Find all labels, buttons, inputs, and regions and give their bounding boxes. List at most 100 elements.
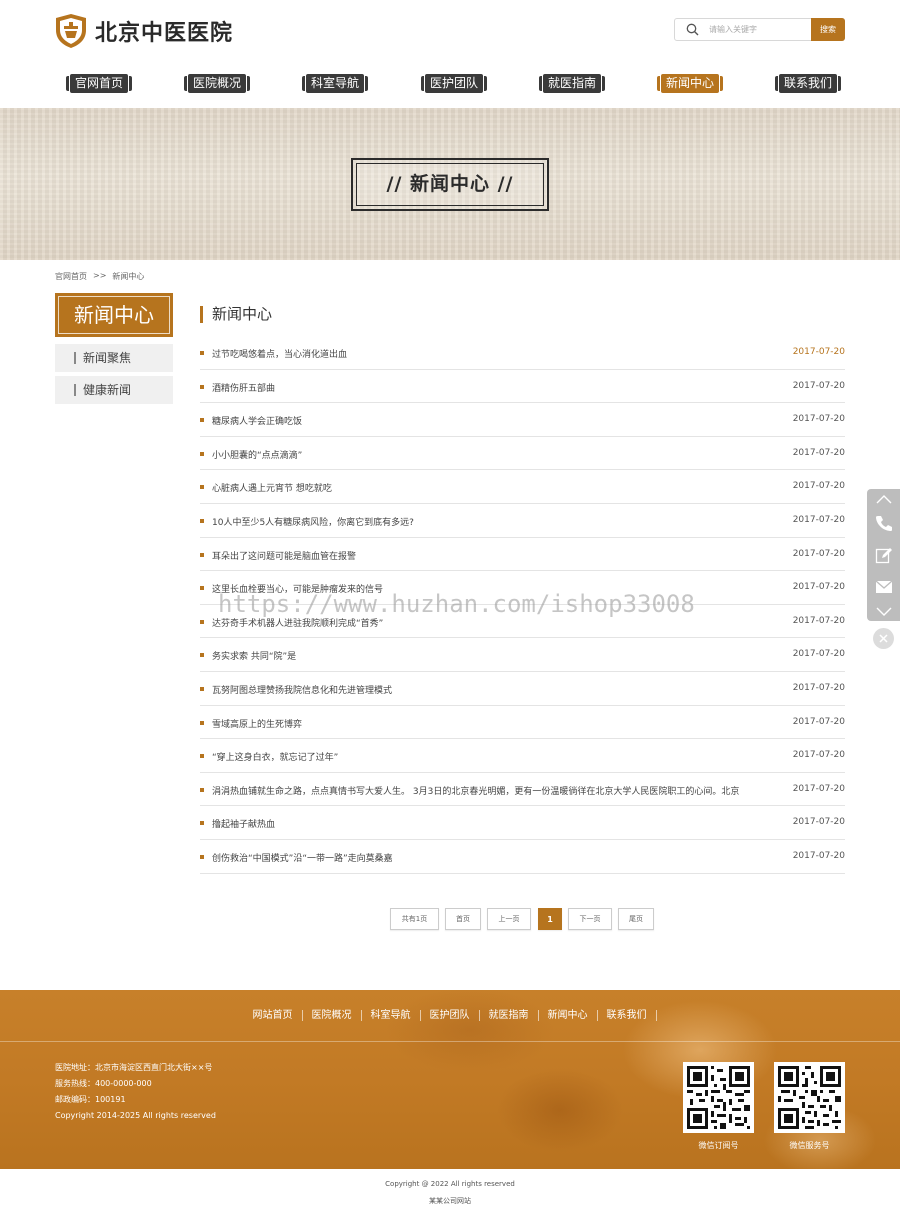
news-title[interactable]: 过节吃喝悠着点，当心消化道出血 — [212, 347, 347, 360]
qr-code-icon — [778, 1066, 841, 1129]
bullet-icon — [200, 787, 204, 792]
bullet-icon — [200, 653, 204, 658]
sidebar-header: 新闻中心 — [55, 293, 173, 337]
list-item[interactable]: 酒精伤肝五部曲 2017-07-20 — [200, 370, 845, 404]
footer-nav-home[interactable]: 网站首页 — [244, 1010, 303, 1021]
news-title[interactable]: “穿上这身白衣，就忘记了过年” — [212, 750, 338, 763]
pager-prev-button[interactable]: 上一页 — [487, 908, 531, 930]
pager-first-button[interactable]: 首页 — [445, 908, 481, 930]
nav-item-home[interactable]: 官网首页 — [65, 74, 133, 93]
pager-current-page[interactable]: 1 — [538, 908, 562, 930]
qr-caption-subscription: 微信订阅号 — [698, 1141, 739, 1150]
news-date: 2017-07-20 — [792, 615, 845, 626]
news-title[interactable]: 酒精伤肝五部曲 — [212, 381, 275, 394]
list-item[interactable]: 耳朵出了这问题可能是脑血管在报警 2017-07-20 — [200, 538, 845, 572]
breadcrumb-home[interactable]: 官网首页 — [55, 271, 87, 282]
news-title[interactable]: 撸起袖子献热血 — [212, 817, 275, 830]
list-item[interactable]: 创伤救治“中国模式”沿“一带一路”走向莫桑嘉 2017-07-20 — [200, 840, 845, 874]
news-date: 2017-07-20 — [792, 548, 845, 559]
news-title[interactable]: 糖尿病人学会正确吃饭 — [212, 414, 302, 427]
news-title[interactable]: 创伤救治“中国模式”沿“一带一路”走向莫桑嘉 — [212, 851, 393, 864]
list-item[interactable]: 10人中至少5人有糖尿病风险，你离它到底有多远? 2017-07-20 — [200, 504, 845, 538]
list-item[interactable]: “穿上这身白衣，就忘记了过年” 2017-07-20 — [200, 739, 845, 773]
nav-item-team[interactable]: 医护团队 — [420, 74, 488, 93]
news-title[interactable]: 涓涓热血铺就生命之路，点点真情书写大爱人生。 3月3日的北京春光明媚，更有一份温… — [212, 784, 739, 797]
pager-last-button[interactable]: 尾页 — [618, 908, 654, 930]
nav-item-guide[interactable]: 就医指南 — [538, 74, 606, 93]
edit-icon[interactable] — [867, 541, 900, 569]
list-item[interactable]: 撸起袖子献热血 2017-07-20 — [200, 806, 845, 840]
bottom-company[interactable]: 某某公司网站 — [0, 1196, 900, 1206]
news-date: 2017-07-20 — [792, 783, 845, 794]
footer: 网站首页 医院概况 科室导航 医护团队 就医指南 新闻中心 联系我们 医院地址：… — [0, 990, 900, 1169]
bullet-icon — [200, 351, 204, 355]
list-item[interactable]: 小小胆囊的“点点滴滴” 2017-07-20 — [200, 437, 845, 471]
list-item[interactable]: 涓涓热血铺就生命之路，点点真情书写大爱人生。 3月3日的北京春光明媚，更有一份温… — [200, 773, 845, 807]
news-date: 2017-07-20 — [792, 447, 845, 458]
phone-icon[interactable] — [867, 509, 900, 537]
bullet-icon — [200, 686, 204, 691]
bullet-icon — [200, 619, 204, 624]
chevron-up-icon[interactable] — [867, 491, 900, 507]
footer-address: 医院地址：北京市海淀区西直门北大街××号 — [55, 1063, 213, 1072]
breadcrumb-current[interactable]: 新闻中心 — [112, 271, 144, 282]
bullet-icon — [200, 384, 204, 389]
news-title[interactable]: 瓦努阿图总理赞扬我院信息化和先进管理模式 — [212, 683, 392, 696]
list-item[interactable]: 务实求索 共同“院”是 2017-07-20 — [200, 638, 845, 672]
footer-postcode: 邮政编码：100191 — [55, 1095, 126, 1104]
qr-code-icon — [687, 1066, 750, 1129]
chevron-down-icon[interactable] — [867, 603, 900, 619]
news-title[interactable]: 心脏病人遇上元宵节 想吃就吃 — [212, 481, 332, 494]
pager-next-button[interactable]: 下一页 — [568, 908, 612, 930]
news-title[interactable]: 小小胆囊的“点点滴滴” — [212, 448, 302, 461]
nav-item-departments[interactable]: 科室导航 — [301, 74, 369, 93]
news-title[interactable]: 雪域高原上的生死博弈 — [212, 717, 302, 730]
logo-shield-icon — [56, 14, 86, 48]
footer-nav-contact[interactable]: 联系我们 — [598, 1010, 657, 1021]
header: 北京中医医院 搜索 官网首页 医院概况 科室导航 医护团队 就医指南 新闻中心 … — [0, 0, 900, 108]
footer-nav-departments[interactable]: 科室导航 — [362, 1010, 421, 1021]
bullet-icon — [200, 485, 204, 490]
list-item[interactable]: 雪域高原上的生死博弈 2017-07-20 — [200, 706, 845, 740]
news-title[interactable]: 10人中至少5人有糖尿病风险，你离它到底有多远? — [212, 515, 414, 528]
breadcrumb: 官网首页 >> 新闻中心 — [55, 271, 144, 282]
list-item[interactable]: 过节吃喝悠着点，当心消化道出血 2017-07-20 — [200, 336, 845, 370]
news-date: 2017-07-20 — [792, 649, 845, 660]
bullet-icon — [200, 586, 204, 591]
news-date: 2017-07-20 — [792, 481, 845, 492]
sidebar-item-health-news[interactable]: 健康新闻 — [55, 376, 173, 404]
footer-nav-guide[interactable]: 就医指南 — [480, 1010, 539, 1021]
main-nav: 官网首页 医院概况 科室导航 医护团队 就医指南 新闻中心 联系我们 — [54, 74, 846, 96]
sidebar-item-news-focus[interactable]: 新闻聚焦 — [55, 344, 173, 372]
news-title[interactable]: 务实求索 共同“院”是 — [212, 649, 296, 662]
footer-nav-overview[interactable]: 医院概况 — [303, 1010, 362, 1021]
close-icon[interactable] — [873, 628, 894, 649]
footer-nav-news[interactable]: 新闻中心 — [539, 1010, 598, 1021]
news-date: 2017-07-20 — [792, 414, 845, 425]
list-item[interactable]: 瓦努阿图总理赞扬我院信息化和先进管理模式 2017-07-20 — [200, 672, 845, 706]
news-date: 2017-07-20 — [792, 682, 845, 693]
nav-item-news[interactable]: 新闻中心 — [656, 74, 724, 93]
news-date: 2017-07-20 — [792, 514, 845, 525]
bullet-icon — [200, 518, 204, 523]
footer-divider — [0, 1041, 900, 1042]
footer-nav-team[interactable]: 医护团队 — [421, 1010, 480, 1021]
nav-item-contact[interactable]: 联系我们 — [774, 74, 842, 93]
search-box: 搜索 — [674, 18, 845, 41]
news-title[interactable]: 耳朵出了这问题可能是脑血管在报警 — [212, 549, 356, 562]
qr-code-service — [774, 1062, 845, 1133]
mail-icon[interactable] — [867, 573, 900, 601]
news-date: 2017-07-20 — [792, 380, 845, 391]
list-item[interactable]: 心脏病人遇上元宵节 想吃就吃 2017-07-20 — [200, 470, 845, 504]
sidebar-title: 新闻中心 — [74, 303, 154, 327]
breadcrumb-separator: >> — [93, 271, 107, 280]
search-button[interactable]: 搜索 — [811, 18, 845, 41]
qr-code-subscription — [683, 1062, 754, 1133]
list-item[interactable]: 糖尿病人学会正确吃饭 2017-07-20 — [200, 403, 845, 437]
bullet-icon — [200, 754, 204, 759]
logo[interactable]: 北京中医医院 — [54, 13, 233, 49]
search-input[interactable] — [709, 19, 812, 40]
bullet-icon — [200, 720, 204, 725]
nav-item-overview[interactable]: 医院概况 — [183, 74, 251, 93]
footer-copyright: Copyright 2014-2025 All rights reserved — [55, 1111, 216, 1120]
